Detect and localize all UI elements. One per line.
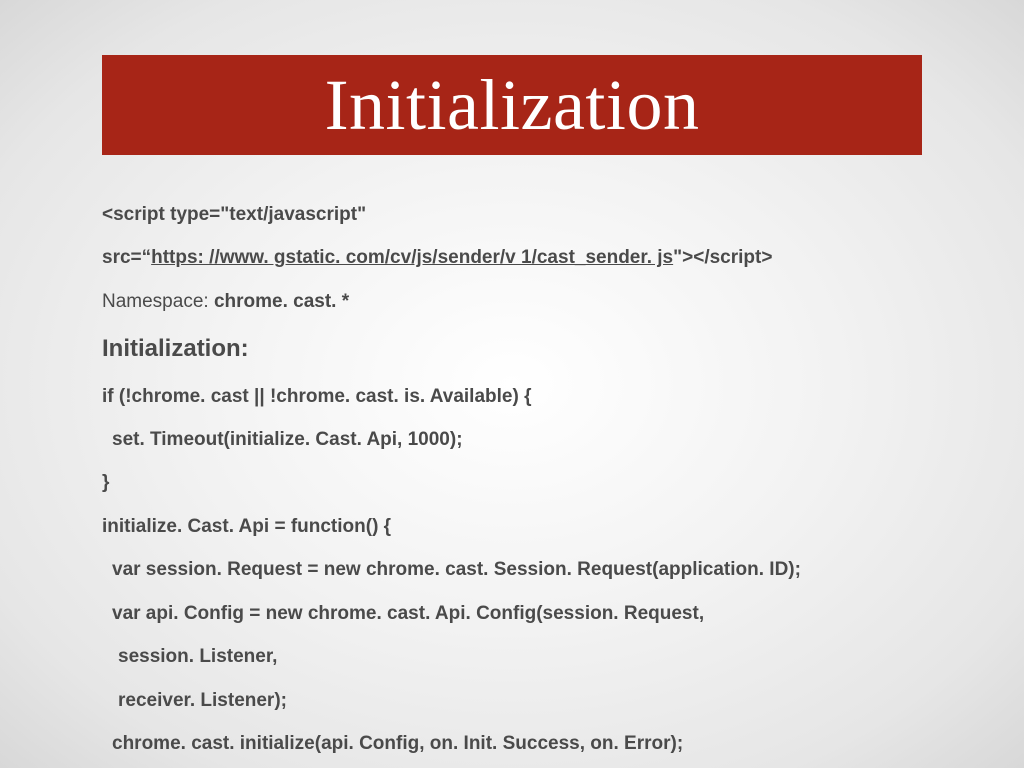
script-src-link[interactable]: https: //www. gstatic. com/cv/js/sender/…: [151, 247, 673, 268]
code-line-5: set. Timeout(initialize. Cast. Api, 1000…: [102, 425, 922, 454]
code-line-9: var api. Config = new chrome. cast. Api.…: [102, 599, 922, 628]
code-line-7: initialize. Cast. Api = function() {: [102, 512, 922, 541]
code-line-1: <script type="text/javascript": [102, 200, 922, 229]
namespace-label: Namespace:: [102, 291, 214, 312]
code-line-10: session. Listener,: [102, 642, 922, 671]
namespace-value: chrome. cast. *: [214, 291, 349, 312]
slide: Initialization <script type="text/javasc…: [0, 0, 1024, 768]
code-line-8: var session. Request = new chrome. cast.…: [102, 555, 922, 584]
title-bar: Initialization: [102, 55, 922, 155]
code-text: "></script>: [673, 247, 772, 268]
code-line-12: chrome. cast. initialize(api. Config, on…: [102, 729, 922, 758]
code-text: src=“: [102, 247, 151, 268]
slide-content: <script type="text/javascript" src=“http…: [102, 200, 922, 768]
code-line-6: }: [102, 468, 922, 497]
code-line-2: src=“https: //www. gstatic. com/cv/js/se…: [102, 243, 922, 272]
code-line-4: if (!chrome. cast || !chrome. cast. is. …: [102, 382, 922, 411]
namespace-line: Namespace: chrome. cast. *: [102, 287, 922, 316]
code-line-11: receiver. Listener);: [102, 686, 922, 715]
initialization-subhead: Initialization:: [102, 330, 922, 367]
slide-title: Initialization: [325, 64, 700, 147]
